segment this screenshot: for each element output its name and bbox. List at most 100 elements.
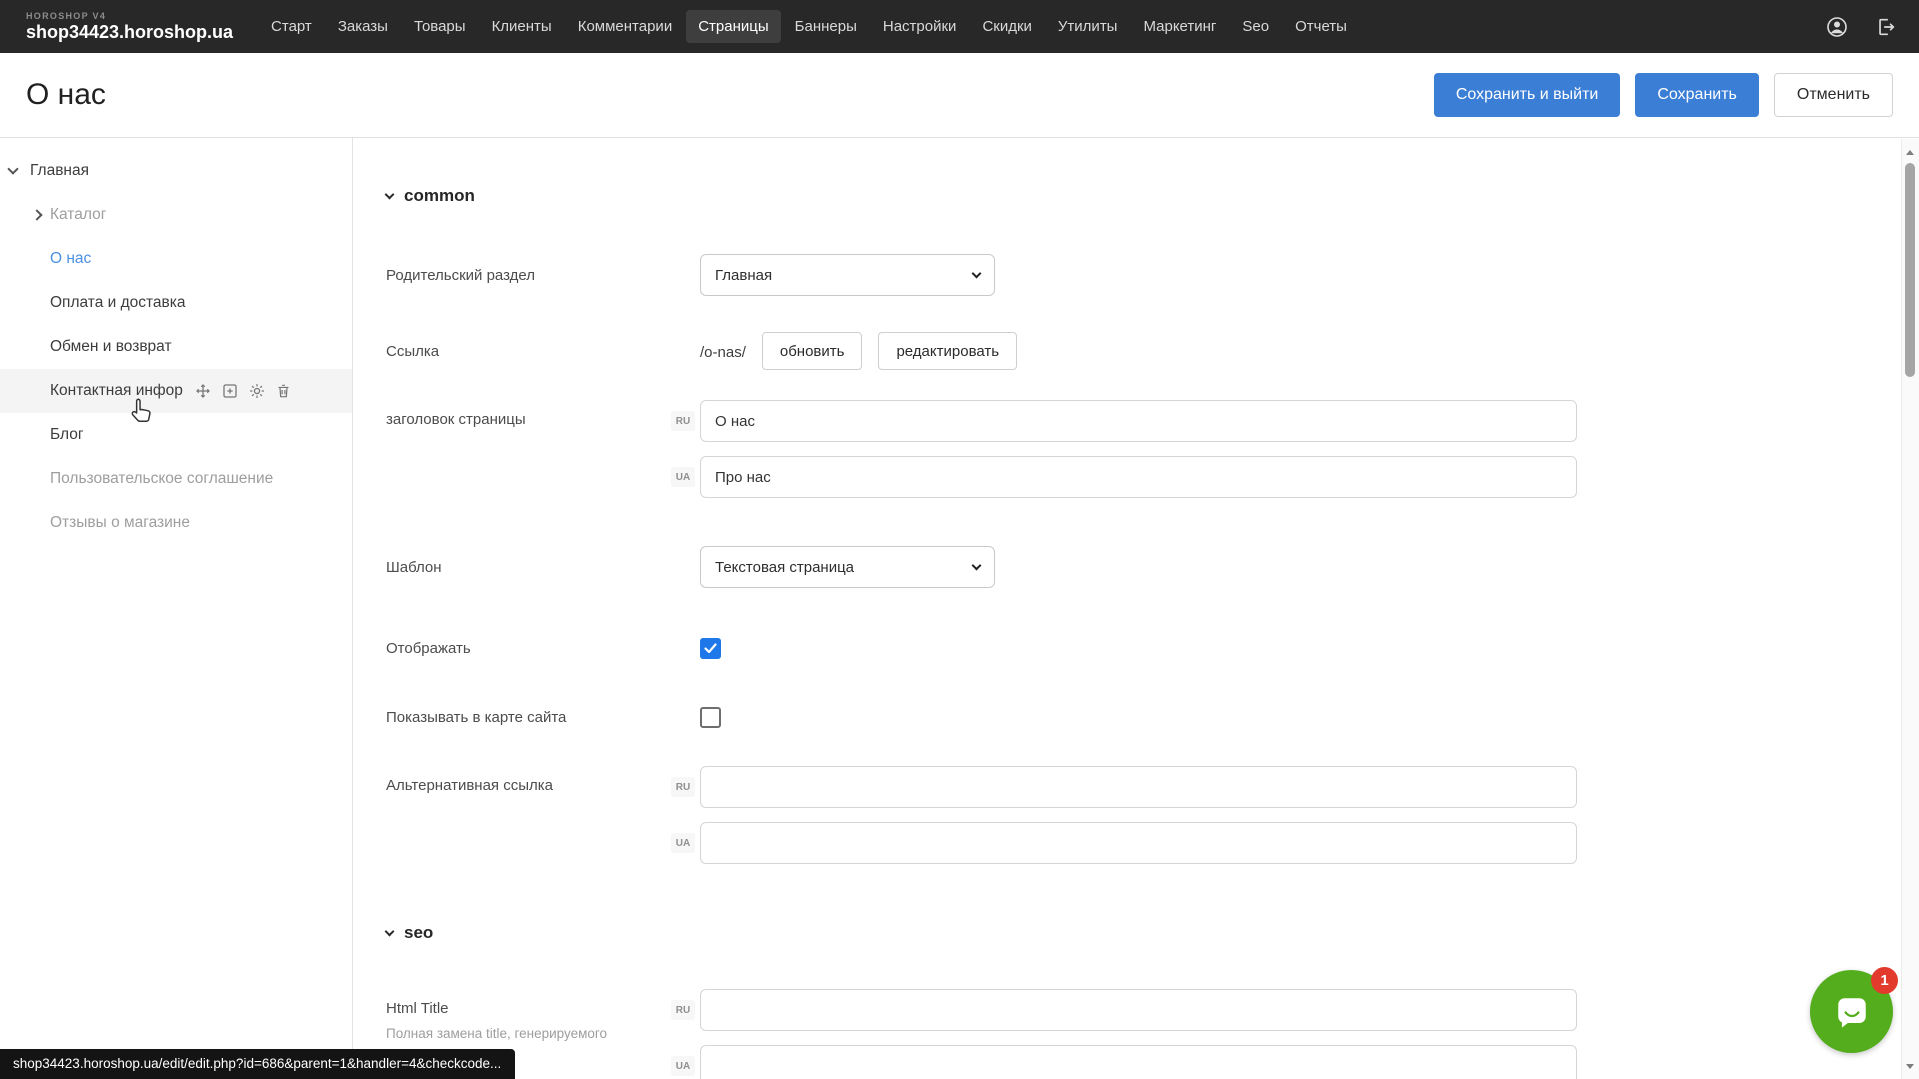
tree-item-payment-delivery[interactable]: Оплата и доставка [0, 281, 352, 325]
link-row: Ссылка /o-nas/ обновить редактировать [386, 332, 1919, 370]
tree-item-blog[interactable]: Блог [0, 413, 352, 457]
nav-item-marketing[interactable]: Маркетинг [1131, 10, 1228, 43]
chevron-down-icon [972, 560, 982, 570]
lang-tag-ua: UA [671, 467, 695, 487]
section-common[interactable]: common [386, 185, 1919, 206]
nav-item-utilities[interactable]: Утилиты [1046, 10, 1130, 43]
horoshop-admin-page: HOROSHOP V4 shop34423.horoshop.ua Старт … [0, 0, 1919, 1079]
parent-section-row: Родительский раздел Главная [386, 254, 1919, 296]
settings-gear-icon[interactable] [248, 382, 266, 400]
parent-section-value: Главная [715, 267, 772, 284]
account-icon[interactable] [1825, 15, 1849, 39]
chat-bubble-icon [1830, 990, 1874, 1034]
tree-item-label: Отзывы о магазине [50, 514, 190, 532]
cancel-button[interactable]: Отменить [1774, 73, 1893, 117]
page-title-row: заголовок страницы RU UA [386, 400, 1919, 498]
scrollbar-down-arrow[interactable] [1902, 1058, 1918, 1074]
tree-item-contact-info-hovered[interactable]: Контактная инфор [0, 369, 352, 413]
sitemap-row: Показывать в карте сайта [386, 707, 1919, 728]
tree-item-label: Пользовательское соглашение [50, 470, 273, 488]
sitemap-label: Показывать в карте сайта [386, 709, 700, 726]
html-title-hint: Полная замена title, генерируемого [386, 1025, 686, 1043]
page-title-ua-input[interactable] [700, 456, 1577, 498]
chat-widget[interactable]: 1 [1810, 970, 1893, 1053]
nav-item-start[interactable]: Старт [259, 10, 324, 43]
nav-item-products[interactable]: Товары [402, 10, 478, 43]
parent-section-label: Родительский раздел [386, 267, 700, 284]
logout-icon[interactable] [1875, 16, 1897, 38]
nav-right-icons [1825, 15, 1919, 39]
display-checkbox-checked[interactable] [700, 638, 721, 659]
section-seo[interactable]: seo [386, 922, 1919, 943]
tree-item-label: Контактная инфор [50, 382, 183, 400]
page-header: О нас Сохранить и выйти Сохранить Отмени… [0, 53, 1919, 138]
alt-link-ru-input[interactable] [700, 766, 1577, 808]
tree-item-about-selected[interactable]: О нас [0, 237, 352, 281]
tree-item-exchange-return[interactable]: Обмен и возврат [0, 325, 352, 369]
page-title-label: заголовок страницы [386, 400, 700, 428]
html-title-row: Html Title Полная замена title, генериру… [386, 989, 1919, 1079]
chevron-right-icon[interactable] [31, 209, 42, 220]
link-edit-button[interactable]: редактировать [878, 332, 1017, 370]
tree-item-label: Главная [30, 162, 89, 180]
tree-item-label: Оплата и доставка [50, 294, 186, 312]
logo[interactable]: HOROSHOP V4 shop34423.horoshop.ua [0, 12, 233, 41]
nav-item-discounts[interactable]: Скидки [970, 10, 1043, 43]
tree-item-label: О нас [50, 250, 91, 268]
page-title: О нас [26, 78, 106, 112]
nav-item-orders[interactable]: Заказы [326, 10, 400, 43]
tree-item-actions [194, 382, 292, 400]
nav-item-banners[interactable]: Баннеры [783, 10, 869, 43]
html-title-label: Html Title [386, 1000, 700, 1017]
chevron-down-icon [385, 926, 395, 936]
add-subpage-icon[interactable] [221, 382, 239, 400]
link-update-button[interactable]: обновить [762, 332, 863, 370]
template-value: Текстовая страница [715, 559, 854, 576]
nav-item-seo[interactable]: Seo [1230, 10, 1281, 43]
chevron-down-icon [972, 268, 982, 278]
sitemap-checkbox-unchecked[interactable] [700, 707, 721, 728]
save-and-exit-button[interactable]: Сохранить и выйти [1434, 73, 1621, 117]
scrollbar-up-arrow[interactable] [1902, 144, 1918, 160]
lang-tag-ru: RU [671, 777, 695, 797]
delete-trash-icon[interactable] [275, 382, 292, 400]
vertical-scrollbar[interactable] [1901, 139, 1919, 1079]
logo-domain: shop34423.horoshop.ua [26, 23, 233, 41]
top-navigation-bar: HOROSHOP V4 shop34423.horoshop.ua Старт … [0, 0, 1919, 53]
content-area: Главная Каталог О нас Оплата и доставка … [0, 138, 1919, 1079]
lang-tag-ua: UA [671, 1056, 695, 1076]
chat-unread-badge: 1 [1871, 967, 1898, 994]
nav-menu: Старт Заказы Товары Клиенты Комментарии … [259, 10, 1359, 43]
parent-section-select[interactable]: Главная [700, 254, 995, 296]
template-select[interactable]: Текстовая страница [700, 546, 995, 588]
display-label: Отображать [386, 640, 700, 657]
nav-item-settings[interactable]: Настройки [871, 10, 969, 43]
move-icon[interactable] [194, 382, 212, 400]
tree-item-catalog[interactable]: Каталог [0, 193, 352, 237]
lang-tag-ua: UA [671, 833, 695, 853]
nav-item-comments[interactable]: Комментарии [566, 10, 684, 43]
html-title-ua-input[interactable] [700, 1045, 1577, 1079]
tree-item-label: Блог [50, 426, 84, 444]
link-path: /o-nas/ [700, 342, 746, 361]
tree-item-user-agreement[interactable]: Пользовательское соглашение [0, 457, 352, 501]
nav-item-reports[interactable]: Отчеты [1283, 10, 1359, 43]
nav-item-clients[interactable]: Клиенты [480, 10, 564, 43]
alt-link-ua-input[interactable] [700, 822, 1577, 864]
tree-item-label: Каталог [50, 206, 106, 224]
alt-link-label: Альтернативная ссылка [386, 766, 700, 794]
nav-item-pages[interactable]: Страницы [686, 10, 780, 43]
chevron-down-icon[interactable] [9, 169, 30, 173]
html-title-ru-input[interactable] [700, 989, 1577, 1031]
check-icon [704, 643, 717, 654]
tree-item-store-reviews[interactable]: Отзывы о магазине [0, 501, 352, 545]
scrollbar-thumb[interactable] [1905, 163, 1915, 377]
link-label: Ссылка [386, 343, 700, 360]
lang-tag-ru: RU [671, 411, 695, 431]
tree-item-label: Обмен и возврат [50, 338, 172, 356]
tree-item-home[interactable]: Главная [0, 149, 352, 193]
link-status-tooltip: shop34423.horoshop.ua/edit/edit.php?id=6… [0, 1049, 515, 1079]
alt-link-row: Альтернативная ссылка RU UA [386, 766, 1919, 864]
page-title-ru-input[interactable] [700, 400, 1577, 442]
save-button[interactable]: Сохранить [1635, 73, 1759, 117]
